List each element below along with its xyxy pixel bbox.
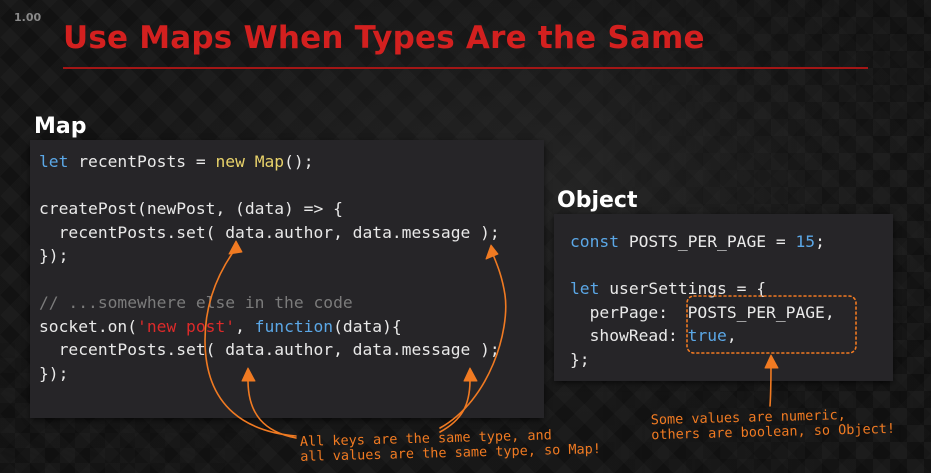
code-line: socket.on('new post', function(data){ <box>39 317 402 336</box>
code-line: let recentPosts = new Map(); <box>39 152 314 171</box>
code-text: (data){ <box>333 316 402 336</box>
string-literal: 'new post' <box>137 316 236 336</box>
code-line: }; <box>570 349 590 369</box>
function-name: Map <box>254 152 285 171</box>
code-comment: // ...somewhere else in the code <box>39 293 353 312</box>
code-line: showRead: true, <box>570 326 737 345</box>
object-code-block: const POSTS_PER_PAGE = 15; let userSetti… <box>570 230 835 371</box>
keyword: true <box>687 326 727 345</box>
keyword: let <box>570 279 600 298</box>
title-underline <box>63 67 868 69</box>
code-line: perPage: POSTS_PER_PAGE, <box>570 302 835 322</box>
keyword: function <box>254 316 334 336</box>
map-code-panel: let recentPosts = new Map(); createPost(… <box>30 140 544 418</box>
code-text: userSettings = { <box>599 279 767 298</box>
map-code-block: let recentPosts = new Map(); createPost(… <box>39 150 500 385</box>
object-annotation-note: Some values are numeric, others are bool… <box>651 407 896 443</box>
number-literal: 15 <box>795 232 816 251</box>
keyword: let <box>39 152 69 171</box>
code-line: }); <box>39 246 69 265</box>
code-text: recentPosts = <box>68 152 216 171</box>
playback-speed: 1.00 <box>14 11 42 24</box>
code-line: const POSTS_PER_PAGE = 15; <box>570 232 825 251</box>
code-text: (); <box>284 152 314 171</box>
keyword: const <box>570 232 620 251</box>
slide-title: Use Maps When Types Are the Same <box>63 20 705 56</box>
code-text: POSTS_PER_PAGE = <box>619 232 796 251</box>
object-label: Object <box>557 188 638 213</box>
object-code-panel: const POSTS_PER_PAGE = 15; let userSetti… <box>554 214 893 381</box>
code-line: recentPosts.set( data.author, data.messa… <box>39 340 500 359</box>
code-text: showRead: <box>570 326 688 345</box>
code-text: , <box>235 316 255 336</box>
code-line: createPost(newPost, (data) => { <box>39 199 343 218</box>
code-text: , <box>726 326 737 345</box>
code-line: }); <box>39 363 69 383</box>
code-text: socket.on( <box>39 316 138 336</box>
code-line: let userSettings = { <box>570 279 766 298</box>
map-label: Map <box>34 114 87 139</box>
code-line: recentPosts.set( data.author, data.messa… <box>39 222 500 242</box>
code-text: ; <box>815 232 825 251</box>
keyword: new <box>215 152 245 171</box>
